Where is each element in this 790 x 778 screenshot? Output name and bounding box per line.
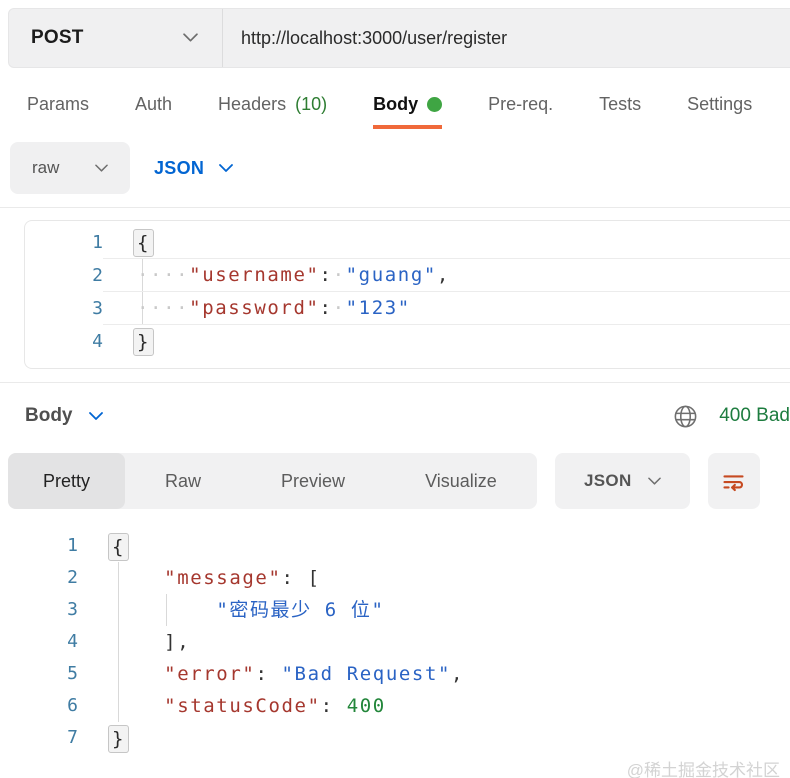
view-visualize[interactable]: Visualize <box>385 453 537 509</box>
code-line: 3 "密码最少 6 位" <box>0 594 790 626</box>
view-preview[interactable]: Preview <box>241 453 385 509</box>
request-tabs: Params Auth Headers (10) Body Pre-req. T… <box>0 68 790 129</box>
code-line: 2 "message": [ <box>0 562 790 594</box>
url-input[interactable]: http://localhost:3000/user/register <box>223 9 507 67</box>
method-label: POST <box>31 27 84 49</box>
chevron-down-icon <box>95 164 108 173</box>
tab-pre-request[interactable]: Pre-req. <box>488 94 553 129</box>
fold-marker[interactable]: { <box>133 229 154 257</box>
body-modified-dot-icon <box>427 97 442 112</box>
response-view-switcher: Pretty Raw Preview Visualize <box>8 453 537 509</box>
code-line: 3 ····"password":·"123" <box>25 292 790 325</box>
code-line: 2 ····"username":·"guang", <box>25 259 790 292</box>
chevron-down-icon <box>219 164 233 173</box>
chevron-down-icon <box>89 412 103 421</box>
status-badge[interactable]: 400 Bad <box>719 405 790 427</box>
view-pretty[interactable]: Pretty <box>8 453 125 509</box>
body-mode-dropdown[interactable]: raw <box>10 142 130 194</box>
tab-auth[interactable]: Auth <box>135 94 172 129</box>
body-type-row: raw JSON <box>10 142 790 194</box>
code-line: 1 { <box>0 530 790 562</box>
code-line: 6 "statusCode": 400 <box>0 690 790 722</box>
response-format-dropdown[interactable]: JSON <box>555 453 690 509</box>
fold-marker[interactable]: } <box>108 725 129 753</box>
response-header: Body 400 Bad <box>25 400 790 432</box>
code-line: 7 } <box>0 722 790 754</box>
code-line: 5 "error": "Bad Request", <box>0 658 790 690</box>
tab-params[interactable]: Params <box>27 94 89 129</box>
divider <box>0 382 790 383</box>
code-line: 4 ], <box>0 626 790 658</box>
chevron-down-icon <box>648 477 661 486</box>
headers-count-badge: (10) <box>295 94 327 115</box>
chevron-down-icon <box>183 33 198 43</box>
code-line: 4 } <box>25 325 790 358</box>
globe-icon[interactable] <box>672 403 699 430</box>
tab-settings[interactable]: Settings <box>687 94 752 129</box>
tab-tests[interactable]: Tests <box>599 94 641 129</box>
response-body-dropdown[interactable]: Body <box>25 405 103 427</box>
juejin-watermark: @稀土掘金技术社区 <box>627 756 780 778</box>
wrap-lines-icon <box>720 468 747 495</box>
tab-headers[interactable]: Headers (10) <box>218 94 327 129</box>
fold-marker[interactable]: { <box>108 533 129 561</box>
request-body-editor[interactable]: 1 { 2 ····"username":·"guang", 3 ····"pa… <box>24 220 790 369</box>
fold-marker[interactable]: } <box>133 328 154 356</box>
code-line: 1 { <box>25 226 790 259</box>
response-body-viewer[interactable]: 1 { 2 "message": [ 3 "密码最少 6 位" 4 ], 5 "… <box>0 530 790 754</box>
body-format-dropdown[interactable]: JSON <box>154 158 233 179</box>
method-dropdown[interactable]: POST <box>9 9 223 67</box>
tab-body[interactable]: Body <box>373 94 442 129</box>
request-url-bar: POST http://localhost:3000/user/register <box>8 8 790 68</box>
divider <box>0 207 790 208</box>
view-raw[interactable]: Raw <box>125 453 241 509</box>
response-toolbar: Pretty Raw Preview Visualize JSON <box>8 453 790 509</box>
wrap-lines-button[interactable] <box>708 453 760 509</box>
